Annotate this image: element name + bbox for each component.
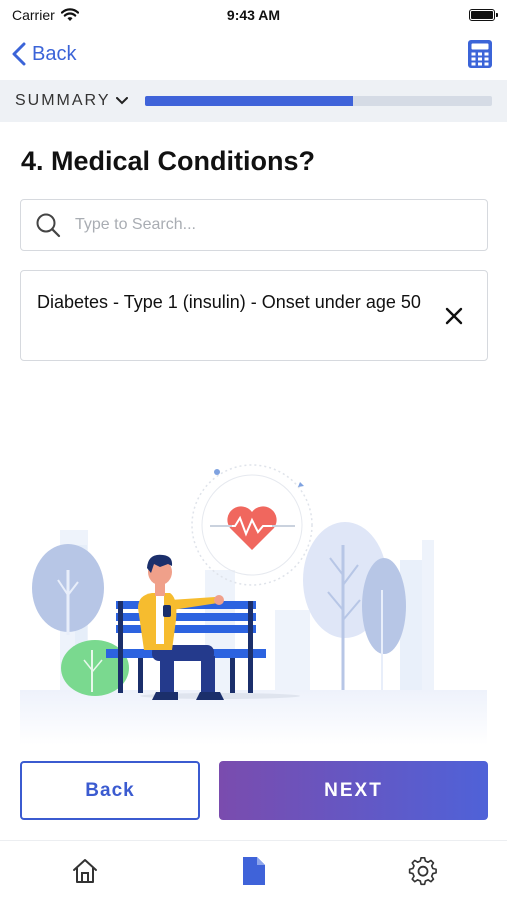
carrier-label: Carrier: [12, 7, 55, 23]
close-icon[interactable]: [443, 305, 465, 327]
battery-icon: [469, 9, 498, 21]
carrier-info: Carrier: [12, 7, 79, 23]
nav-back-label: Back: [32, 42, 77, 65]
next-button[interactable]: NEXT: [219, 761, 488, 820]
nav-back-button[interactable]: Back: [12, 42, 76, 66]
calculator-icon[interactable]: [465, 39, 495, 69]
chevron-left-icon: [12, 42, 26, 66]
search-field[interactable]: [20, 199, 488, 251]
document-icon: [242, 856, 265, 885]
home-icon: [72, 858, 97, 883]
selected-condition-label: Diabetes - Type 1 (insulin) - Onset unde…: [37, 292, 421, 312]
tab-settings[interactable]: [403, 851, 443, 891]
progress-fill: [145, 96, 354, 106]
tab-documents[interactable]: [234, 851, 274, 891]
summary-label: SUMMARY: [15, 92, 111, 109]
selected-condition: Diabetes - Type 1 (insulin) - Onset unde…: [20, 270, 488, 361]
gear-icon: [408, 856, 437, 885]
nav-bar: Back: [0, 30, 507, 78]
tab-home[interactable]: [65, 851, 105, 891]
status-bar: Carrier 9:43 AM: [0, 0, 507, 30]
question-title: 4. Medical Conditions?: [21, 146, 316, 176]
summary-toggle[interactable]: SUMMARY: [15, 92, 128, 110]
wifi-icon: [60, 8, 79, 21]
summary-bar: SUMMARY: [0, 80, 507, 122]
search-input[interactable]: [75, 216, 455, 234]
progress-bar: [145, 96, 492, 106]
chevron-down-icon: [115, 97, 128, 105]
park-bench-illustration: [20, 464, 487, 745]
back-button[interactable]: Back: [20, 761, 200, 820]
search-icon: [36, 213, 61, 238]
tab-bar: [0, 840, 507, 900]
